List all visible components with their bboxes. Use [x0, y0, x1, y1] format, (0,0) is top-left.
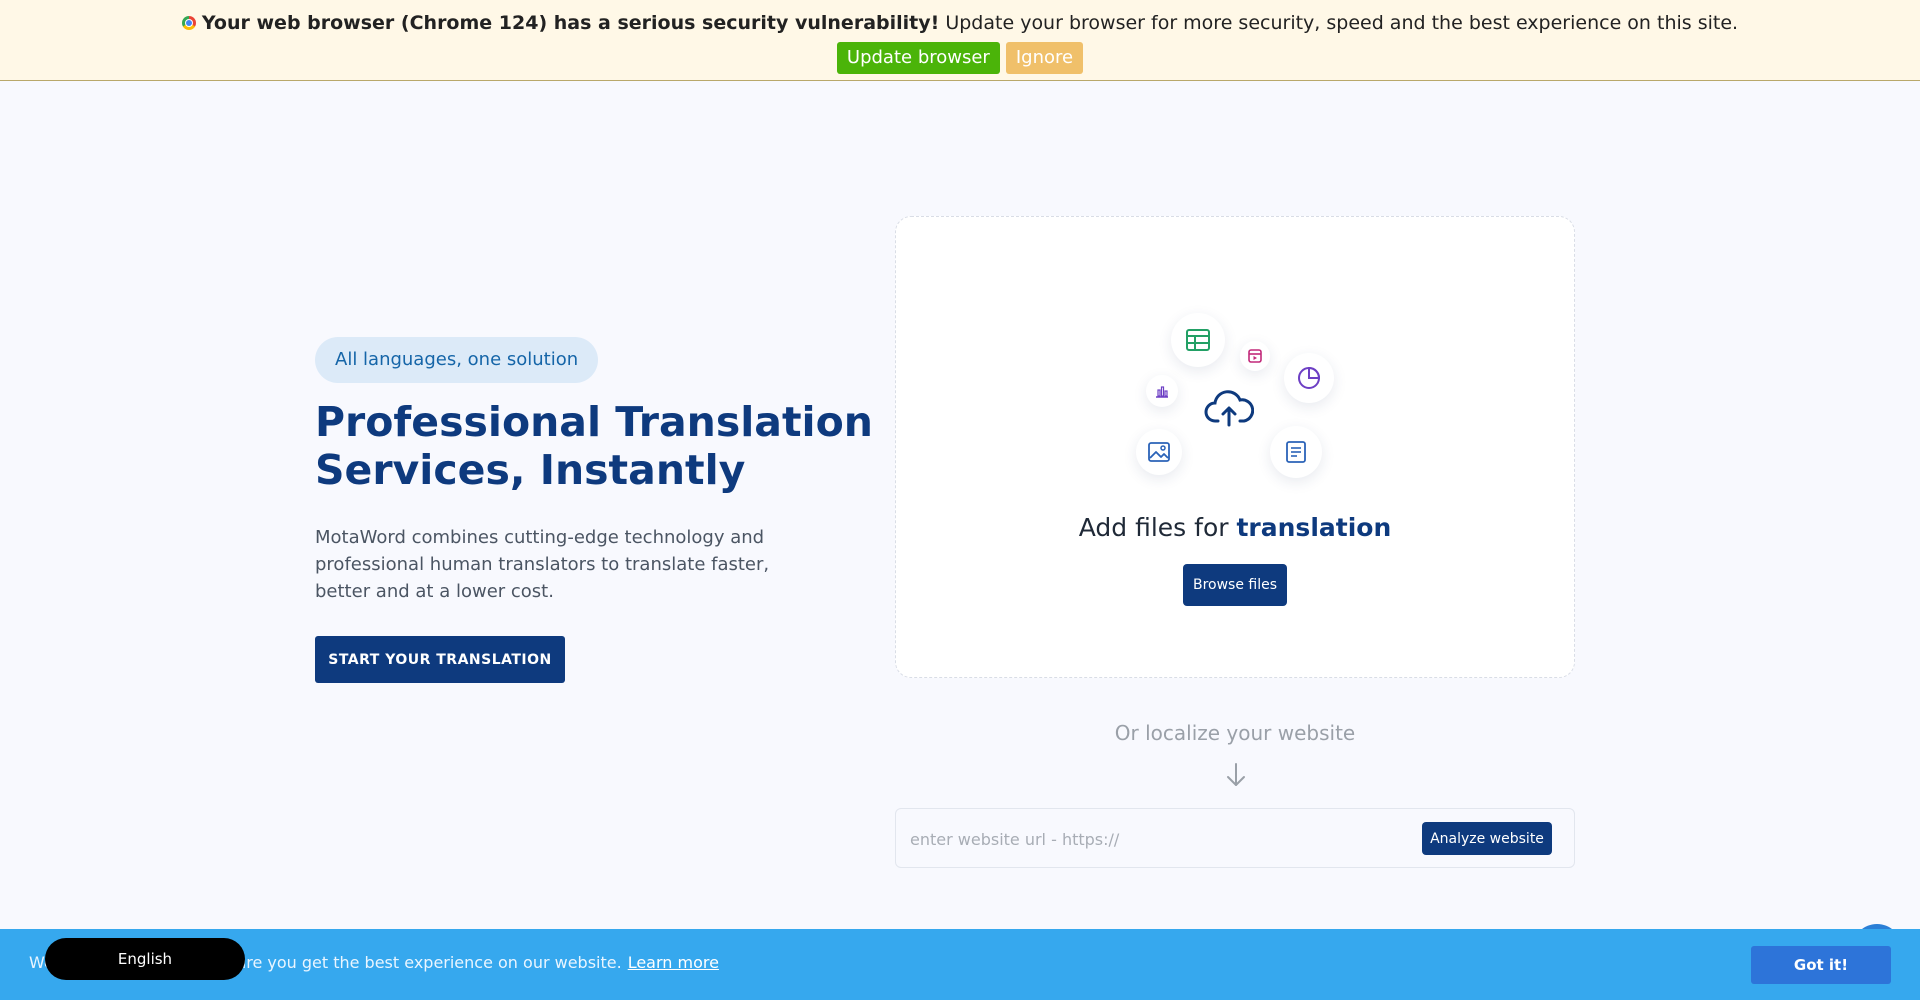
ignore-button[interactable]: Ignore [1005, 42, 1084, 74]
upload-title-accent: translation [1236, 513, 1392, 542]
tagline-pill: All languages, one solution [315, 337, 599, 383]
banner-text: Update your browser for more security, s… [945, 12, 1739, 34]
hero-description: MotaWord combines cutting-edge technolog… [315, 527, 770, 602]
start-translation-button[interactable]: START YOUR TRANSLATION [315, 636, 565, 683]
cloud-upload-icon [1204, 389, 1255, 433]
localize-label: Or localize your website [1114, 721, 1356, 745]
website-url-input[interactable] [908, 823, 1392, 855]
upload-title: Add files for translation [896, 513, 1574, 542]
browse-files-button[interactable]: Browse files [1183, 564, 1287, 606]
current-language: English [117, 950, 173, 968]
title-line-2: Services, Instantly [315, 446, 746, 494]
analyze-website-button[interactable]: Analyze website [1422, 822, 1552, 855]
banner-warning: Your web browser (Chrome 124) has a seri… [201, 12, 940, 34]
pie-chart-icon [1284, 353, 1334, 403]
cookie-consent-bar: We use cookies to make sure you get the … [0, 929, 1920, 1000]
language-selector[interactable]: English [45, 938, 245, 980]
got-it-button[interactable]: Got it! [1751, 946, 1891, 984]
learn-more-link[interactable]: Learn more [628, 953, 719, 972]
browser-update-banner: Your web browser (Chrome 124) has a seri… [0, 0, 1920, 81]
chrome-icon [181, 16, 196, 30]
image-icon [1136, 429, 1182, 475]
bar-chart-icon [1146, 375, 1178, 407]
document-icon [1270, 426, 1322, 478]
arrow-down-icon [1227, 763, 1245, 786]
title-line-1: Professional Translation [315, 398, 873, 446]
file-upload-dropzone[interactable]: Add files for translation Browse files [895, 216, 1575, 678]
upload-title-prefix: Add files for [1078, 513, 1229, 542]
video-icon [1240, 341, 1270, 371]
website-url-form: Analyze website [895, 808, 1575, 868]
page-title: Professional Translation Services, Insta… [315, 398, 875, 494]
update-browser-button[interactable]: Update browser [836, 42, 1000, 74]
banner-message: Your web browser (Chrome 124) has a seri… [0, 0, 1920, 34]
spreadsheet-icon [1171, 313, 1225, 367]
